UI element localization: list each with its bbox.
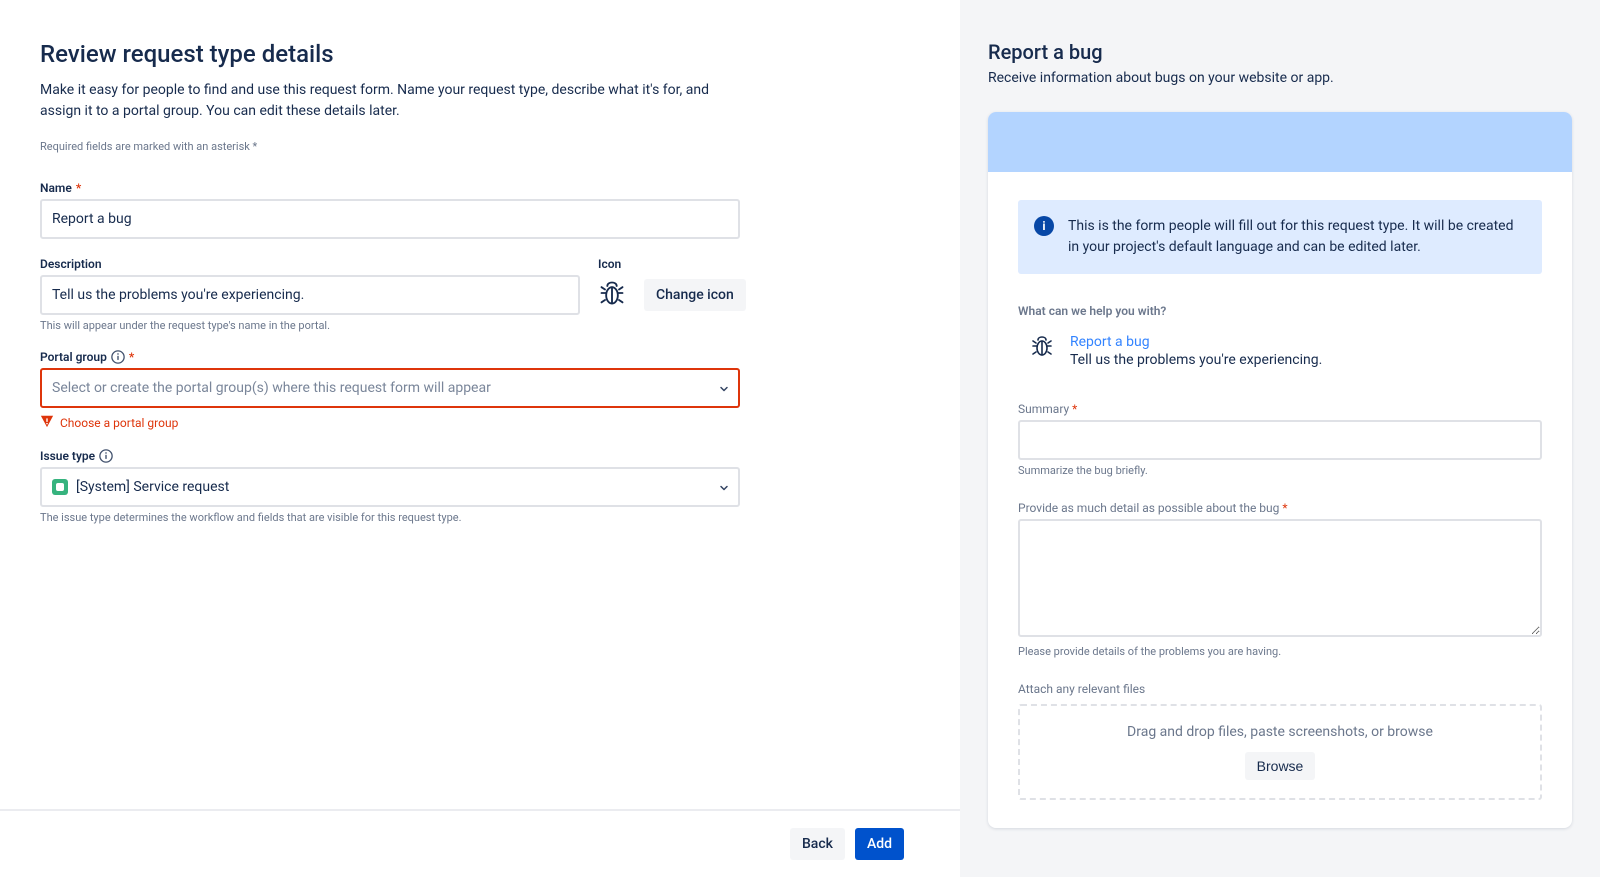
page-subtitle: Make it easy for people to find and use … <box>40 80 740 122</box>
chevron-down-icon <box>718 383 728 393</box>
summary-input[interactable] <box>1018 420 1542 460</box>
page-title: Review request type details <box>40 40 920 68</box>
issue-type-help: The issue type determines the workflow a… <box>40 511 740 524</box>
name-input[interactable] <box>40 199 740 239</box>
required-asterisk: * <box>1282 501 1287 515</box>
back-button[interactable]: Back <box>790 828 845 860</box>
portal-group-label: Portal group <box>40 350 107 364</box>
request-type-name: Report a bug <box>1070 334 1322 350</box>
browse-button[interactable]: Browse <box>1245 752 1316 780</box>
service-request-icon <box>52 479 68 495</box>
detail-label: Provide as much detail as possible about… <box>1018 501 1279 515</box>
request-type-desc: Tell us the problems you're experiencing… <box>1070 352 1322 368</box>
portal-group-select[interactable]: Select or create the portal group(s) whe… <box>40 368 740 408</box>
summary-label: Summary <box>1018 402 1069 416</box>
description-label: Description <box>40 257 102 271</box>
preview-subtitle: Receive information about bugs on your w… <box>988 70 1572 86</box>
summary-help: Summarize the bug briefly. <box>1018 464 1542 477</box>
info-icon[interactable] <box>111 350 125 364</box>
portal-group-placeholder: Select or create the portal group(s) whe… <box>52 380 491 396</box>
required-asterisk: * <box>1072 402 1077 416</box>
info-banner-text: This is the form people will fill out fo… <box>1068 216 1526 258</box>
detail-help: Please provide details of the problems y… <box>1018 645 1542 658</box>
name-label: Name <box>40 181 72 195</box>
file-dropzone[interactable]: Drag and drop files, paste screenshots, … <box>1018 704 1542 800</box>
dropzone-text: Drag and drop files, paste screenshots, … <box>1038 724 1522 740</box>
portal-group-error: Choose a portal group <box>60 416 178 430</box>
preview-banner <box>988 112 1572 172</box>
preview-title: Report a bug <box>988 40 1572 64</box>
info-banner: i This is the form people will fill out … <box>1018 200 1542 274</box>
info-icon: i <box>1034 216 1054 236</box>
issue-type-select[interactable]: [System] Service request <box>40 467 740 507</box>
required-asterisk: * <box>129 350 134 364</box>
bug-icon <box>1018 334 1054 362</box>
error-icon <box>40 414 54 431</box>
help-prompt: What can we help you with? <box>1018 304 1542 318</box>
bug-icon <box>598 279 626 311</box>
preview-card: i This is the form people will fill out … <box>988 112 1572 828</box>
info-icon[interactable] <box>99 449 113 463</box>
required-asterisk: * <box>76 181 81 195</box>
attach-label: Attach any relevant files <box>1018 682 1145 696</box>
description-help: This will appear under the request type'… <box>40 319 580 332</box>
change-icon-button[interactable]: Change icon <box>644 279 746 311</box>
icon-label: Icon <box>598 257 746 271</box>
detail-textarea[interactable] <box>1018 519 1542 637</box>
add-button[interactable]: Add <box>855 828 904 860</box>
chevron-down-icon <box>718 482 728 492</box>
required-note: Required fields are marked with an aster… <box>40 140 920 153</box>
issue-type-label: Issue type <box>40 449 95 463</box>
issue-type-value: [System] Service request <box>76 479 229 495</box>
description-input[interactable] <box>40 275 580 315</box>
